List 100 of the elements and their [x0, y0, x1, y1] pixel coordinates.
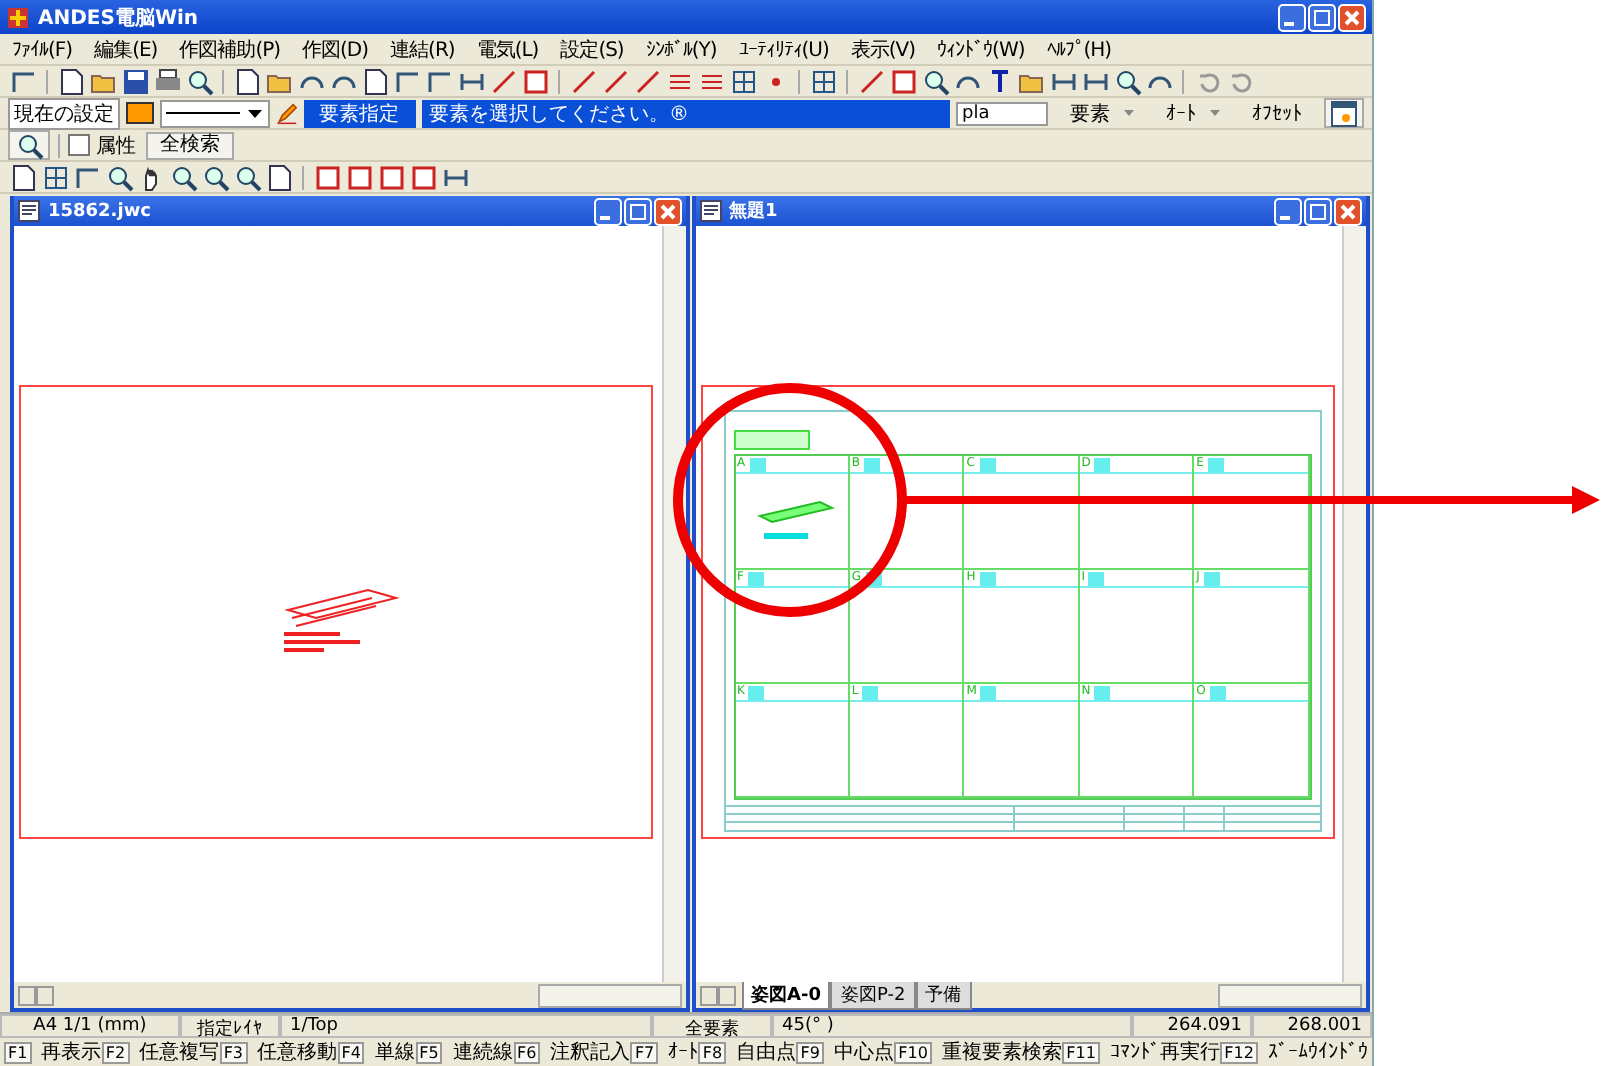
menu-item[interactable]: ﾌｧｲﾙ(F): [12, 37, 73, 61]
document-title: 無題1: [729, 199, 778, 224]
function-key-label: 単線: [374, 1040, 415, 1066]
status-field: 264.091: [1132, 1014, 1252, 1038]
minimize-button[interactable]: [1278, 3, 1306, 31]
menu-item[interactable]: 表示(V): [850, 35, 916, 63]
dropdown-arrow-icon[interactable]: [1122, 106, 1136, 120]
horizontal-scrollbar[interactable]: [1218, 983, 1362, 1007]
function-key-label: 連続線: [452, 1039, 513, 1066]
grid-icon[interactable]: [809, 67, 837, 95]
magnifier-icon[interactable]: [105, 163, 133, 191]
pencil-icon[interactable]: [275, 99, 297, 127]
magnifier-icon[interactable]: [185, 67, 213, 95]
offset-label[interactable]: ｵﾌｾｯﾄ: [1252, 101, 1302, 125]
horizontal-scrollbar[interactable]: [537, 983, 681, 1007]
color-swatch[interactable]: [126, 102, 155, 124]
magnifier-icon[interactable]: [169, 163, 197, 191]
checkbox[interactable]: [68, 134, 90, 156]
sheet-tab[interactable]: 姿図A-0: [741, 981, 831, 1009]
document-title: 15862.jwc: [48, 201, 151, 221]
window-title: ANDES電脳Win: [38, 5, 199, 31]
function-key-label: ｵｰﾄ: [668, 1040, 699, 1064]
menu-item[interactable]: ｼﾝﾎﾞﾙ(Y): [645, 37, 717, 61]
menu-item[interactable]: 連結(R): [390, 35, 455, 63]
dropdown-label[interactable]: 要素: [1070, 99, 1110, 127]
printer-icon[interactable]: [153, 67, 181, 95]
maximize-button[interactable]: [1308, 3, 1336, 31]
window-icon[interactable]: [1330, 99, 1358, 127]
search-all-button[interactable]: 全検索: [146, 131, 234, 159]
magnifier-icon[interactable]: [15, 131, 43, 159]
line-icon[interactable]: [857, 67, 885, 95]
function-key-button[interactable]: F7: [630, 1041, 659, 1063]
vertical-scrollbar[interactable]: [1342, 226, 1366, 982]
square-icon[interactable]: [889, 67, 917, 95]
function-key-label: 再表示: [41, 1039, 102, 1066]
corner-icon[interactable]: [9, 67, 37, 95]
square-icon[interactable]: [345, 163, 373, 191]
function-key-button[interactable]: F2: [101, 1041, 130, 1063]
function-key-button[interactable]: F9: [796, 1041, 824, 1063]
square-icon[interactable]: [521, 67, 549, 95]
menu-item[interactable]: 設定(S): [560, 35, 624, 63]
close-button[interactable]: [653, 197, 681, 225]
function-key-button[interactable]: F5: [415, 1041, 443, 1063]
function-key-button[interactable]: F4: [337, 1041, 365, 1063]
text-input[interactable]: pla: [956, 101, 1048, 125]
menu-item[interactable]: ｳｨﾝﾄﾞｳ(W): [937, 37, 1025, 61]
menu-item[interactable]: 編集(E): [94, 35, 158, 63]
magnifier-icon[interactable]: [233, 163, 261, 191]
function-key-label: 任意移動: [257, 1039, 338, 1066]
square-icon[interactable]: [409, 163, 437, 191]
grid-icon[interactable]: [41, 163, 69, 191]
line-icon[interactable]: [489, 67, 517, 95]
menu-item[interactable]: 電気(L): [476, 35, 539, 63]
minimize-button[interactable]: [593, 197, 621, 225]
corner-icon[interactable]: [73, 163, 101, 191]
maximize-button[interactable]: [623, 197, 651, 225]
function-key-button[interactable]: F6: [513, 1041, 541, 1063]
dropdown-arrow-icon: [245, 104, 264, 122]
close-button[interactable]: [1334, 197, 1362, 225]
function-key-button[interactable]: F12: [1220, 1041, 1258, 1063]
corner-icon[interactable]: [393, 67, 421, 95]
page-icon[interactable]: [9, 163, 37, 191]
dropdown-label[interactable]: ｵｰﾄ: [1166, 101, 1196, 125]
line-icon[interactable]: [569, 67, 597, 95]
line-style-dropdown[interactable]: [160, 99, 270, 127]
function-key-label: ｽﾞｰﾑｳｲﾝﾄﾞｳ: [1267, 1040, 1368, 1064]
sheet-tab[interactable]: 姿図P-2: [830, 981, 916, 1009]
function-key-label: 中心点: [833, 1039, 894, 1066]
line-icon[interactable]: [601, 67, 629, 95]
corner-icon[interactable]: [425, 67, 453, 95]
status-field: 268.001: [1252, 1014, 1372, 1038]
square-icon[interactable]: [313, 163, 341, 191]
page-icon[interactable]: [361, 67, 389, 95]
page-icon[interactable]: [233, 67, 261, 95]
function-key-button[interactable]: F10: [894, 1041, 932, 1063]
function-key-button[interactable]: F3: [219, 1041, 248, 1063]
dropdown-arrow-icon[interactable]: [1208, 106, 1222, 120]
function-key-button[interactable]: F8: [698, 1041, 727, 1063]
sheet-tab[interactable]: 予備: [915, 981, 972, 1009]
status-field: 指定ﾚｲﾔ: [180, 1014, 280, 1038]
menu-item[interactable]: 作図補助(P): [179, 35, 281, 63]
magnifier-icon[interactable]: [201, 163, 229, 191]
function-key-button[interactable]: F1: [4, 1041, 32, 1063]
menu-item[interactable]: 作図(D): [302, 35, 369, 63]
menu-item[interactable]: ﾍﾙﾌﾟ(H): [1046, 37, 1112, 61]
maximize-button[interactable]: [1304, 197, 1332, 225]
line-icon[interactable]: [633, 67, 661, 95]
minimize-button[interactable]: [1274, 197, 1302, 225]
magnifier-icon[interactable]: [1113, 67, 1141, 95]
square-icon[interactable]: [377, 163, 405, 191]
close-button[interactable]: [1338, 3, 1366, 31]
document-icon: [18, 200, 40, 222]
status-field: 1/Top: [280, 1014, 652, 1038]
function-key-button[interactable]: F11: [1062, 1041, 1100, 1063]
grid-icon[interactable]: [729, 67, 757, 95]
page-icon[interactable]: [265, 163, 293, 191]
function-key-label: ｺﾏﾝﾄﾞ再実行: [1109, 1039, 1220, 1066]
magnifier-icon[interactable]: [921, 67, 949, 95]
vertical-scrollbar[interactable]: [661, 226, 685, 982]
menu-item[interactable]: ﾕｰﾃｨﾘﾃｨ(U): [738, 37, 829, 61]
